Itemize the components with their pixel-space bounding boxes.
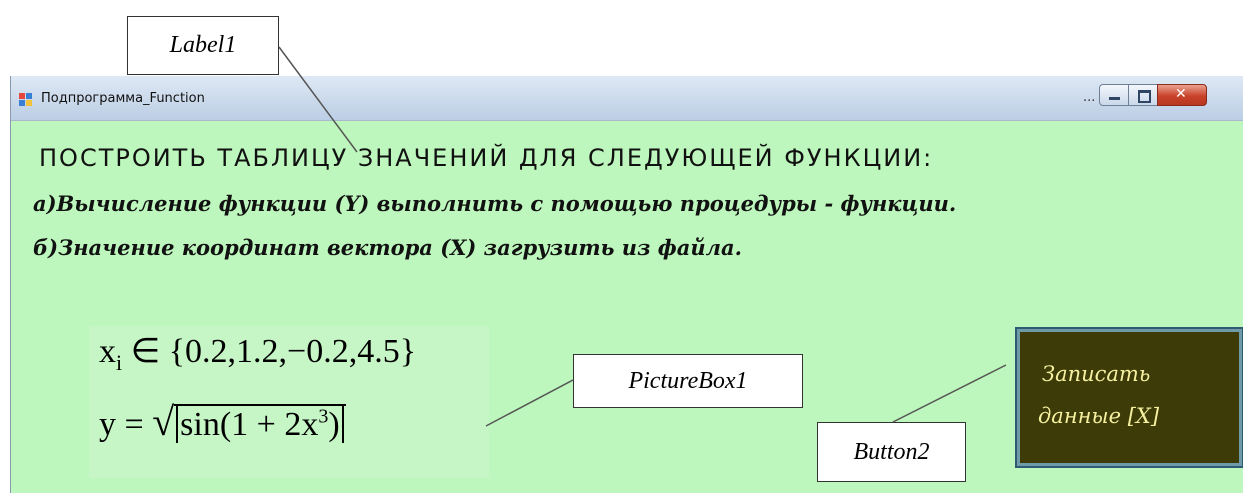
- callout-button2: Button2: [817, 422, 966, 482]
- callout-picturebox1: PictureBox1: [573, 354, 803, 408]
- callout-label1: Label1: [127, 16, 279, 75]
